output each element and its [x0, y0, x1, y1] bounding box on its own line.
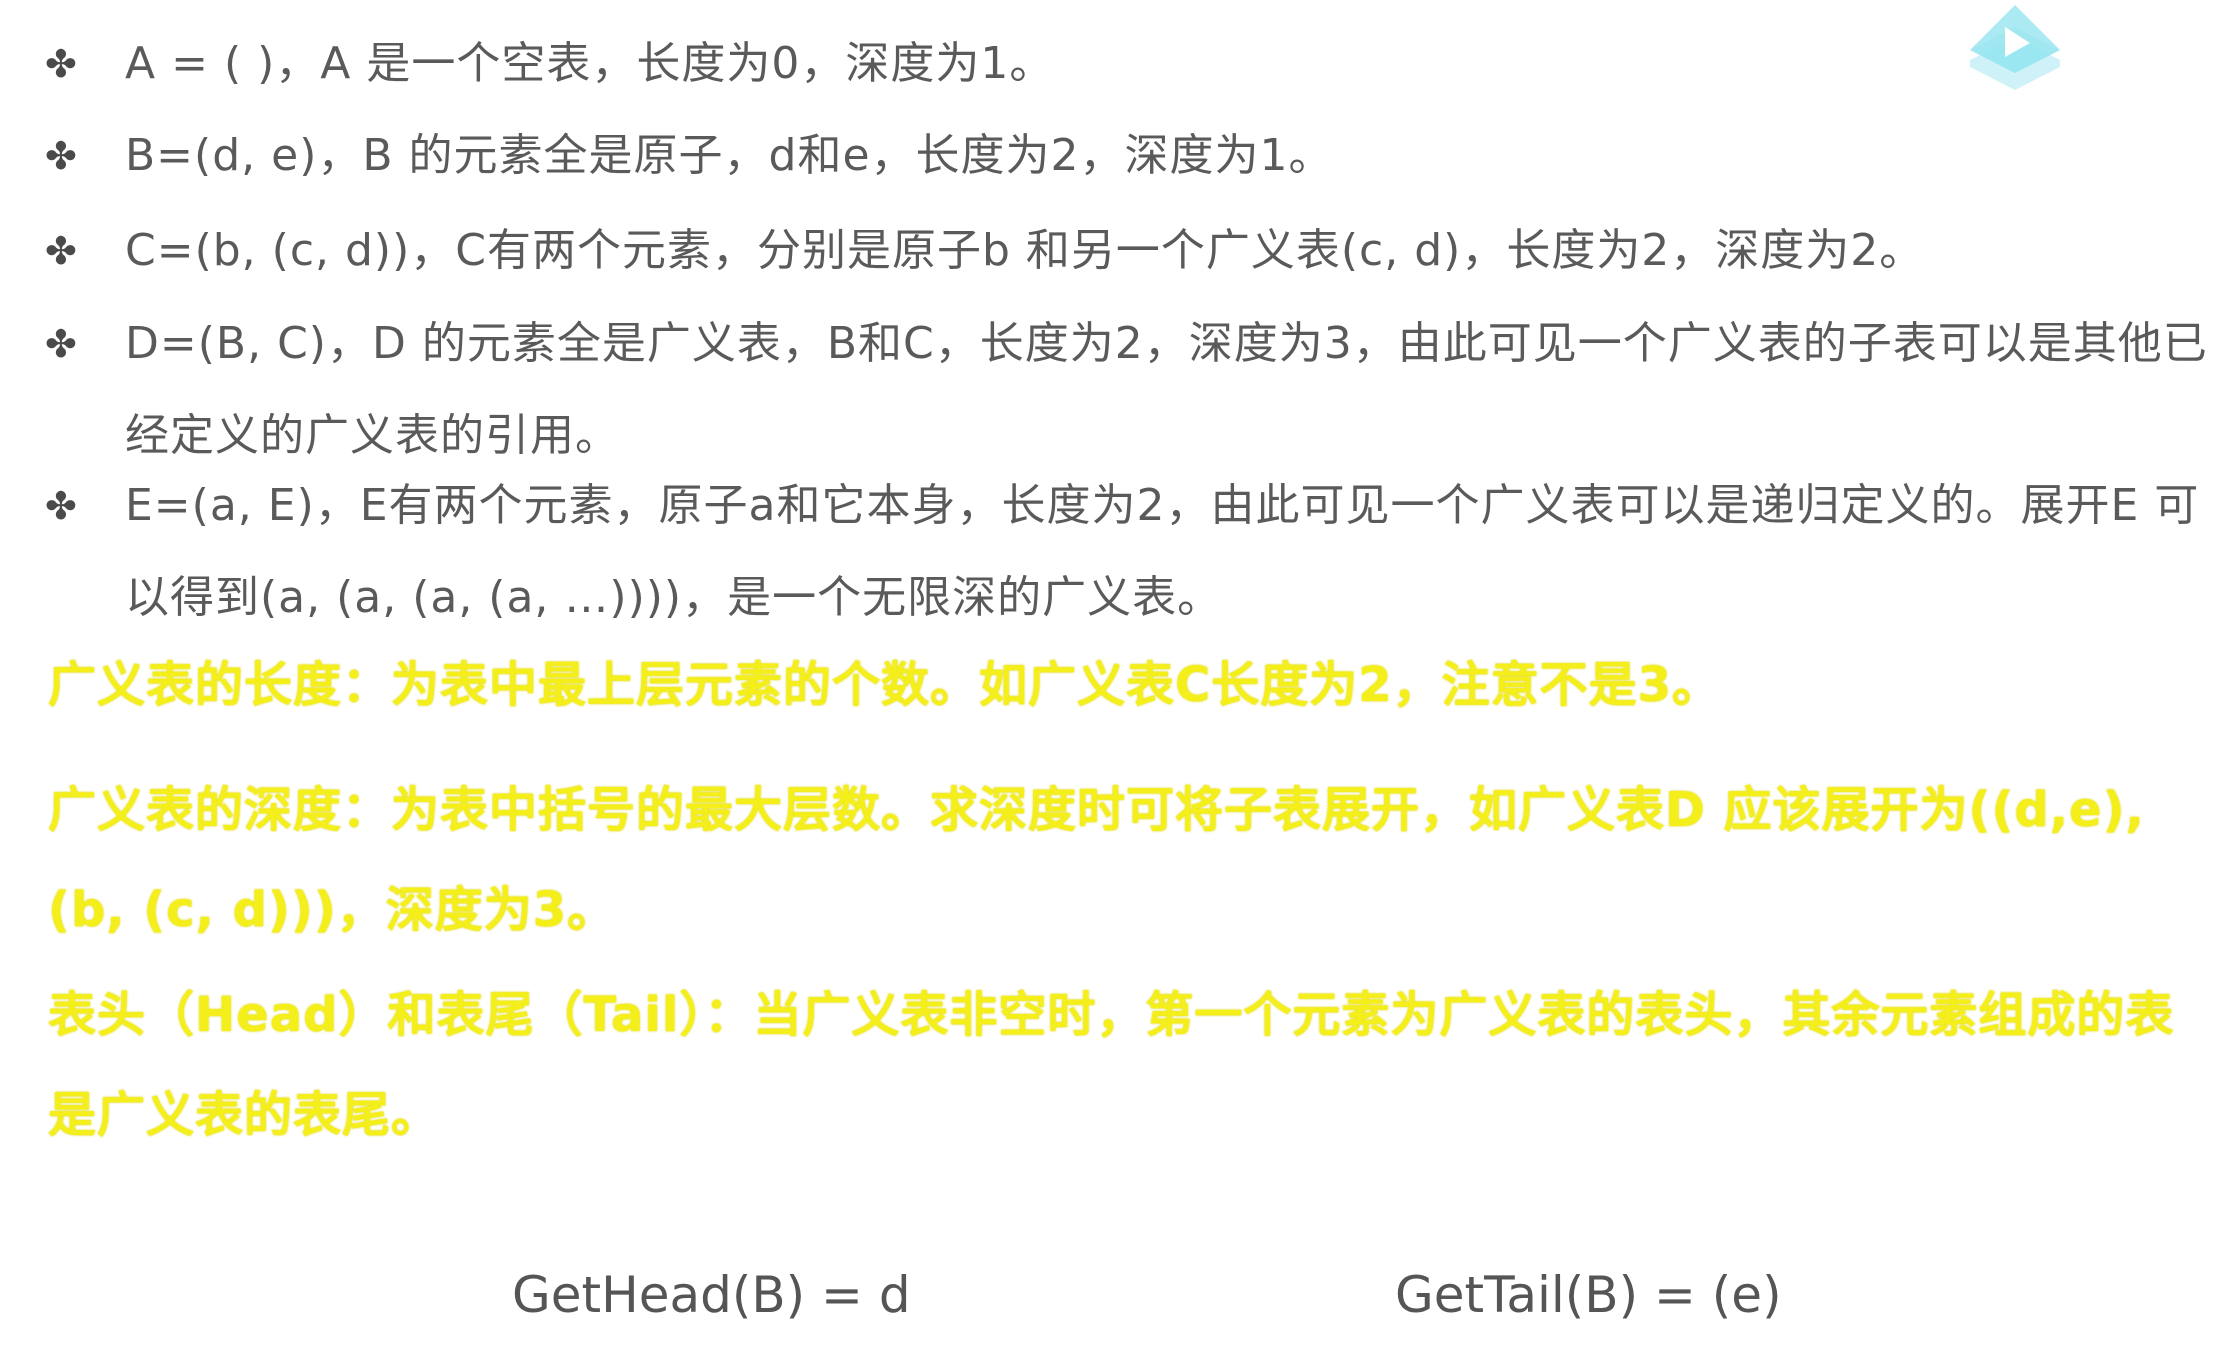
head-tail-definition: 表头（Head）和表尾（Tail）：当广义表非空时，第一个元素为广义表的表头，其… — [48, 987, 2175, 1143]
clover-bullet-icon: ✤ — [45, 322, 77, 366]
bullet-text: D=(B, C)，D 的元素全是广义表，B和C，长度为2，深度为3，由此可见一个… — [125, 318, 2208, 461]
gethead-formula: GetHead(B) = d — [512, 1266, 911, 1324]
bullet-item-e: ✤ E=(a, E)，E有两个元素，原子a和它本身，长度为2，由此可见一个广义表… — [45, 460, 2230, 644]
clover-bullet-icon: ✤ — [45, 229, 77, 273]
bullet-text: E=(a, E)，E有两个元素，原子a和它本身，长度为2，由此可见一个广义表可以… — [125, 480, 2200, 623]
clover-bullet-icon: ✤ — [45, 134, 77, 178]
clover-bullet-icon: ✤ — [45, 42, 77, 86]
bullet-item-c: ✤ C=(b, (c, d))，C有两个元素，分别是原子b 和另一个广义表(c,… — [45, 205, 2230, 297]
bullet-item-a: ✤ A = ( )，A 是一个空表，长度为0，深度为1。 — [45, 18, 2230, 110]
bullet-item-b: ✤ B=(d, e)，B 的元素全是原子，d和e，长度为2，深度为1。 — [45, 110, 2230, 202]
bullet-text: C=(b, (c, d))，C有两个元素，分别是原子b 和另一个广义表(c, d… — [125, 225, 1925, 276]
gettail-formula: GetTail(B) = (e) — [1395, 1266, 1782, 1324]
length-definition: 广义表的长度：为表中最上层元素的个数。如广义表C长度为2，注意不是3。 — [48, 657, 1722, 713]
bullet-text: A = ( )，A 是一个空表，长度为0，深度为1。 — [125, 38, 1055, 89]
bullet-item-d: ✤ D=(B, C)，D 的元素全是广义表，B和C，长度为2，深度为3，由此可见… — [45, 298, 2230, 482]
bullet-text: B=(d, e)，B 的元素全是原子，d和e，长度为2，深度为1。 — [125, 130, 1334, 181]
slide: ✤ A = ( )，A 是一个空表，长度为0，深度为1。 ✤ B=(d, e)，… — [0, 0, 2230, 1353]
depth-definition: 广义表的深度：为表中括号的最大层数。求深度时可将子表展开，如广义表D 应该展开为… — [48, 782, 2145, 938]
clover-bullet-icon: ✤ — [45, 484, 77, 528]
